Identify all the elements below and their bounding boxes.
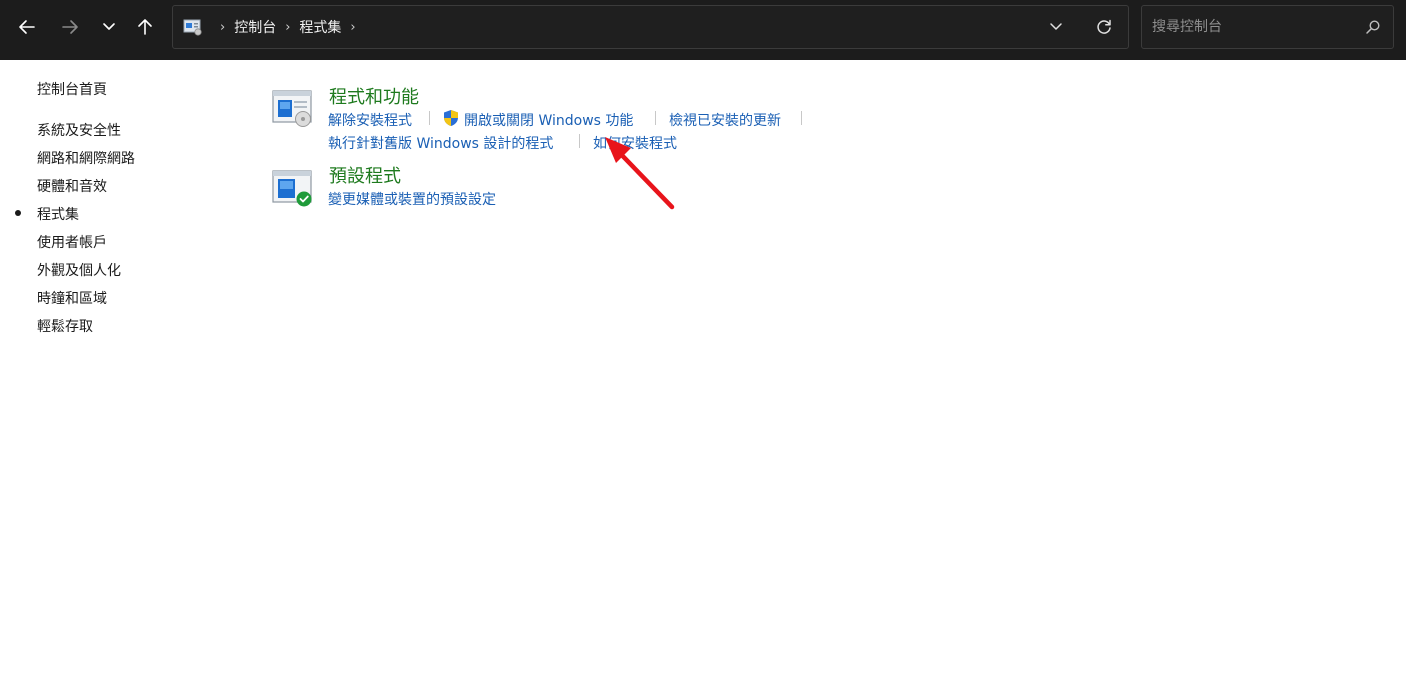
sidebar-item-programs[interactable]: 程式集 [37,204,79,224]
arrow-left-icon [19,20,35,34]
search-placeholder: 搜尋控制台 [1152,19,1222,35]
link-separator [801,111,802,125]
chevron-right-icon[interactable]: › [285,20,290,35]
chevron-down-icon [1050,23,1062,30]
breadcrumb-control-panel[interactable]: 控制台 [234,17,276,37]
annotation-arrow-icon [605,137,675,210]
refresh-button[interactable] [1087,6,1121,48]
sidebar-item-appearance[interactable]: 外觀及個人化 [37,260,121,280]
sidebar-item-hardware-sound[interactable]: 硬體和音效 [37,176,107,196]
sidebar-item-user-accounts[interactable]: 使用者帳戶 [37,232,107,252]
recent-locations-button[interactable] [92,10,126,44]
default-programs-icon[interactable] [272,168,314,208]
arrow-up-icon [138,19,152,35]
up-button[interactable] [128,10,162,44]
refresh-icon [1097,19,1111,34]
breadcrumb-programs[interactable]: 程式集 [299,17,341,37]
link-separator [655,111,656,125]
back-button[interactable] [10,10,44,44]
sidebar-item-control-panel-home[interactable]: 控制台首頁 [37,79,107,99]
sidebar-item-ease-of-access[interactable]: 輕鬆存取 [37,316,93,336]
navigation-bar: › 控制台 › 程式集 › 搜尋控制台 [0,0,1406,60]
arrow-right-icon [62,20,78,34]
programs-features-title[interactable]: 程式和功能 [329,83,419,109]
link-separator [429,111,430,125]
search-icon[interactable] [1365,19,1381,35]
forward-button[interactable] [53,10,87,44]
chevron-right-icon[interactable]: › [350,20,355,35]
uninstall-program-link[interactable]: 解除安裝程式 [328,110,412,130]
sidebar-item-network-internet[interactable]: 網路和網際網路 [37,148,135,168]
breadcrumb: › 控制台 › 程式集 › [183,6,365,48]
uac-shield-icon [444,110,458,126]
control-panel-icon [183,19,202,36]
default-programs-title[interactable]: 預設程式 [329,162,401,188]
address-history-button[interactable] [1039,6,1073,48]
sidebar-item-clock-region[interactable]: 時鐘和區域 [37,288,107,308]
chevron-right-icon: › [220,19,226,35]
chevron-down-icon [103,23,115,30]
run-older-programs-link[interactable]: 執行針對舊版 Windows 設計的程式 [328,133,553,153]
address-bar[interactable]: › 控制台 › 程式集 › [172,5,1129,49]
selected-indicator [15,210,21,216]
sidebar: 控制台首頁 系統及安全性 網路和網際網路 硬體和音效 程式集 使用者帳戶 外觀及… [0,60,240,698]
programs-features-icon[interactable] [272,88,314,128]
link-separator [579,134,580,148]
sidebar-item-system-security[interactable]: 系統及安全性 [37,120,121,140]
search-input[interactable]: 搜尋控制台 [1141,5,1394,49]
change-media-defaults-link[interactable]: 變更媒體或裝置的預設設定 [328,189,496,209]
